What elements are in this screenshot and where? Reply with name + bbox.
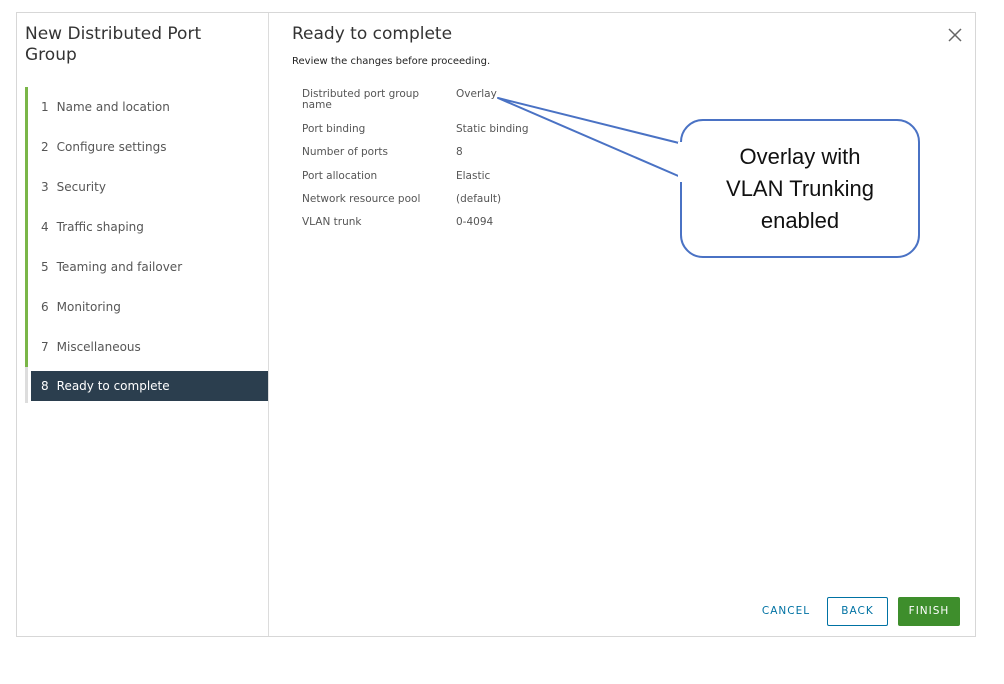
step-label: Ready to complete [56, 379, 170, 393]
page-subtitle: Review the changes before proceeding. [292, 56, 491, 67]
close-icon [948, 28, 962, 42]
step-number: 6 [41, 300, 49, 314]
step-number: 1 [41, 100, 49, 114]
cancel-button[interactable]: CANCEL [757, 597, 815, 626]
step-configure-settings[interactable]: 2 Configure settings [31, 132, 268, 162]
steps-progress-track [25, 367, 28, 403]
back-button[interactable]: BACK [827, 597, 888, 626]
wizard-sidebar: New Distributed Port Group 1 Name and loc… [17, 13, 269, 636]
step-security[interactable]: 3 Security [31, 172, 268, 202]
callout-line: enabled [760, 207, 840, 233]
summary-value: Elastic [456, 170, 491, 182]
step-teaming-and-failover[interactable]: 5 Teaming and failover [31, 252, 268, 282]
summary-value: 8 [456, 146, 463, 158]
close-button[interactable] [945, 25, 965, 45]
callout-text: Overlay with VLAN Trunking enabled [682, 121, 918, 256]
summary-value: Static binding [456, 123, 529, 135]
callout-line: Overlay with [739, 143, 861, 169]
finish-button[interactable]: FINISH [898, 597, 960, 626]
step-number: 4 [41, 220, 49, 234]
step-number: 8 [41, 379, 49, 393]
page-title: Ready to complete [292, 24, 453, 44]
step-traffic-shaping[interactable]: 4 Traffic shaping [31, 212, 268, 242]
summary-value: Overlay [456, 88, 497, 100]
step-number: 3 [41, 180, 49, 194]
summary-row-port-group-name: Distributed port group name Overlay [302, 89, 632, 113]
summary-value: 0-4094 [456, 216, 494, 228]
wizard-title: New Distributed Port Group [25, 24, 202, 65]
step-miscellaneous[interactable]: 7 Miscellaneous [31, 332, 268, 362]
summary-key: Network resource pool [302, 193, 421, 205]
step-name-and-location[interactable]: 1 Name and location [31, 92, 268, 122]
step-label: Configure settings [56, 140, 167, 154]
callout-line: VLAN Trunking [726, 175, 874, 201]
summary-key: Number of ports [302, 146, 388, 158]
summary-key: Distributed port group name [302, 88, 420, 111]
step-label: Monitoring [56, 300, 121, 314]
step-ready-to-complete[interactable]: 8 Ready to complete [31, 371, 268, 401]
step-label: Security [56, 180, 106, 194]
step-number: 2 [41, 140, 49, 154]
step-number: 5 [41, 260, 49, 274]
summary-value: (default) [456, 193, 502, 205]
step-number: 7 [41, 340, 49, 354]
summary-key: Port allocation [302, 170, 378, 182]
summary-key: VLAN trunk [302, 216, 362, 228]
step-label: Name and location [56, 100, 170, 114]
wizard-dialog: New Distributed Port Group 1 Name and loc… [16, 12, 976, 637]
steps-progress-bar [25, 87, 28, 367]
summary-key: Port binding [302, 123, 366, 135]
step-label: Traffic shaping [56, 220, 144, 234]
step-label: Miscellaneous [56, 340, 141, 354]
step-monitoring[interactable]: 6 Monitoring [31, 292, 268, 322]
step-label: Teaming and failover [56, 260, 183, 274]
